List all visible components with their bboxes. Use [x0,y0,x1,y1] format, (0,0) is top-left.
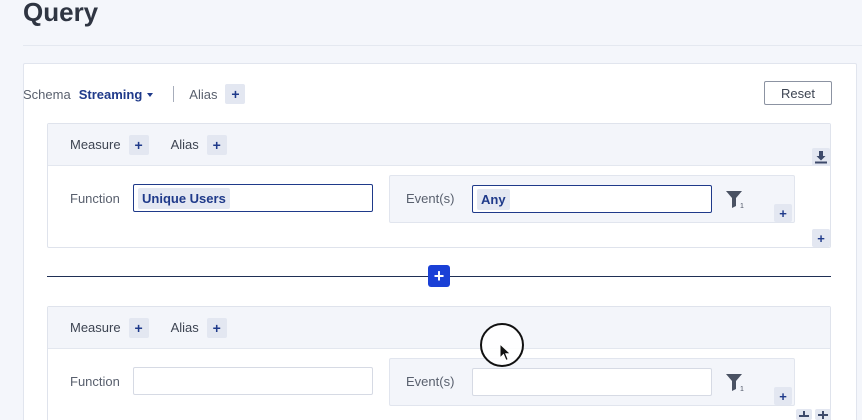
schema-dropdown[interactable]: Streaming [79,87,154,102]
measure-label: Measure [70,320,121,335]
add-measure-option-button[interactable]: + [128,317,149,338]
caret-down-icon [147,92,154,97]
add-measure-alias-button[interactable]: + [206,134,227,155]
measure-block-1: Measure + Alias + Function Unique Users … [47,123,831,248]
add-measure-alias-button[interactable]: + [206,317,227,338]
add-event-button[interactable]: + [774,387,792,405]
measure-header: Measure + Alias + [48,124,830,166]
add-event-button[interactable]: + [774,204,792,222]
schema-row: Schema Streaming Alias + [23,84,246,104]
add-measure-option-button[interactable]: + [128,134,149,155]
filter-icon[interactable]: 1 [726,191,746,209]
mouse-cursor-icon [499,343,512,362]
schema-divider [173,86,175,102]
measure-block-2: Measure + Alias + Function Event(s) 1 + [47,306,831,420]
add-schema-alias-button[interactable]: + [225,84,246,104]
function-input[interactable]: Unique Users [133,184,373,212]
measure-actions-icons[interactable] [796,409,832,420]
events-label: Event(s) [406,191,455,206]
filter-count: 1 [740,203,744,209]
add-measure-button[interactable]: + [428,265,450,287]
filter-icon[interactable]: 1 [726,374,746,392]
function-label: Function [70,374,120,389]
events-label: Event(s) [406,374,455,389]
function-input[interactable] [133,367,373,395]
title-divider [23,45,862,46]
schema-alias-label: Alias [189,86,218,102]
measure-label: Measure [70,137,121,152]
function-label: Function [70,191,120,206]
events-input[interactable] [472,368,712,396]
download-icon[interactable] [812,148,830,166]
measure-header: Measure + Alias + [48,307,830,349]
measure-alias-label: Alias [170,137,199,152]
events-chip[interactable]: Any [477,188,510,210]
measure-alias-label: Alias [170,320,199,335]
schema-label: Schema [23,86,71,102]
function-chip[interactable]: Unique Users [138,187,230,209]
page-title: Query [23,0,99,27]
events-input[interactable]: Any [472,185,712,213]
schema-value: Streaming [78,86,143,102]
add-measure-row-button[interactable]: + [812,229,830,247]
events-panel: Event(s) 1 + [389,358,795,406]
filter-count: 1 [740,386,744,392]
events-panel: Event(s) Any 1 + [389,175,795,223]
reset-button[interactable]: Reset [764,81,832,105]
